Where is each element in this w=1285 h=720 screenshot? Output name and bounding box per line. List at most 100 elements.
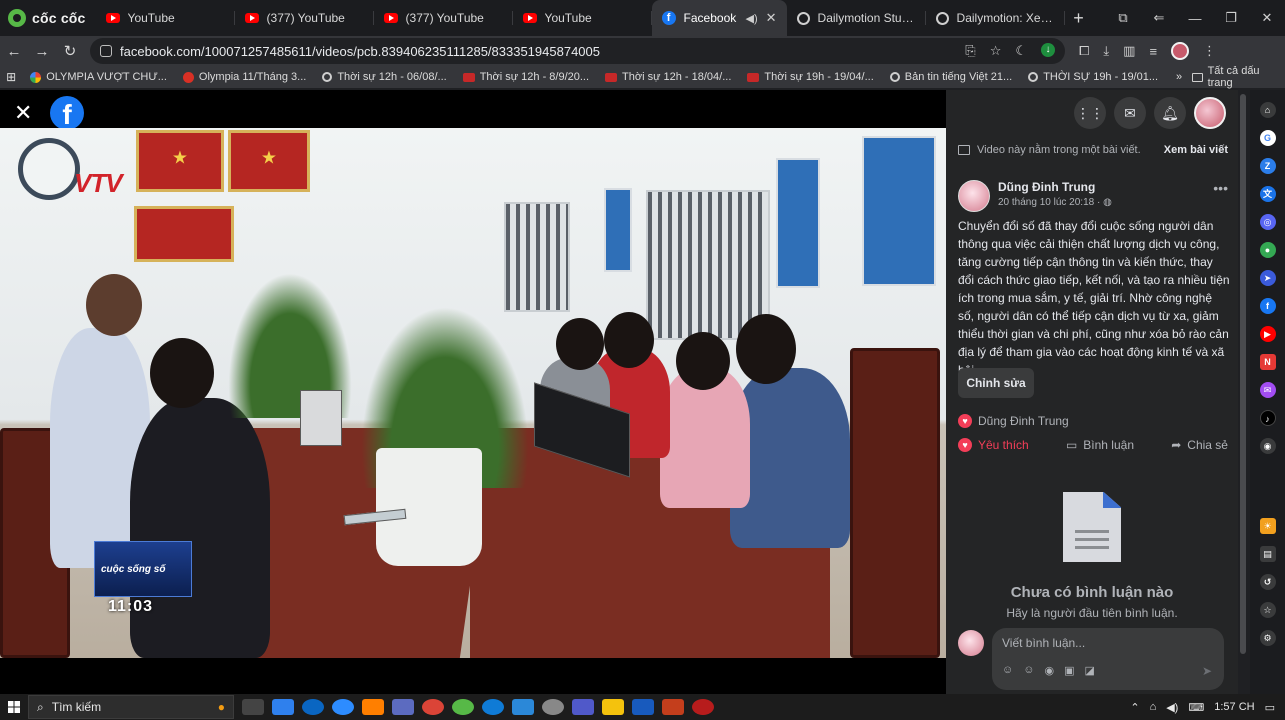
media-icon[interactable]: ≡ xyxy=(1149,44,1157,59)
download-status-icon[interactable]: ↓ xyxy=(1041,43,1055,57)
store-icon[interactable] xyxy=(512,699,534,715)
tab-youtube-4[interactable]: YouTube xyxy=(513,0,652,36)
downloads-icon[interactable]: ⤓ xyxy=(1103,43,1109,59)
google-icon[interactable]: G xyxy=(1259,130,1276,146)
url-text[interactable]: facebook.com/100071257485611/videos/pcb.… xyxy=(120,44,957,59)
tab-youtube-3[interactable]: (377) YouTube xyxy=(374,0,513,36)
tab-dailymotion-studio[interactable]: Dailymotion Studio xyxy=(787,0,926,36)
coccoc-icon[interactable]: ☀ xyxy=(1259,518,1276,534)
restore-icon[interactable]: ❐ xyxy=(1213,10,1249,26)
start-button[interactable] xyxy=(0,701,28,713)
close-icon[interactable]: ✕ xyxy=(14,100,32,126)
forward-icon[interactable]: → xyxy=(28,43,56,60)
bookmark-item[interactable]: Thời sự 19h - 19/04/... xyxy=(739,71,881,83)
recorder-icon[interactable] xyxy=(692,699,714,715)
bookmark-star-icon[interactable]: ☆ xyxy=(990,43,1002,59)
new-tab-button[interactable]: + xyxy=(1065,0,1093,36)
sidebar-toggle-icon[interactable]: ⌂ xyxy=(1259,102,1276,118)
bookmark-item[interactable]: Thời sự 12h - 8/9/20... xyxy=(455,71,597,83)
scrollbar-thumb[interactable] xyxy=(1240,94,1246,654)
share-button[interactable]: ➦ Chia sẻ xyxy=(1171,438,1228,452)
powerpoint-icon[interactable] xyxy=(662,699,684,715)
tab-youtube-2[interactable]: (377) YouTube xyxy=(235,0,374,36)
bookmark-item[interactable]: Bản tin tiếng Việt 21... xyxy=(882,71,1020,83)
author-avatar[interactable] xyxy=(958,180,990,212)
taskbar-search[interactable]: ⌕ Tìm kiếm ● xyxy=(28,695,234,719)
vlc-icon[interactable] xyxy=(362,699,384,715)
love-button[interactable]: ♥ Yêu thích xyxy=(958,438,1029,452)
more-bookmarks-icon[interactable]: » xyxy=(1166,71,1192,83)
history-icon[interactable]: ↺ xyxy=(1259,574,1276,590)
gif-icon[interactable]: ▣ xyxy=(1064,664,1074,677)
view-post-link[interactable]: Xem bài viết xyxy=(1164,144,1228,156)
teams-icon[interactable] xyxy=(572,699,594,715)
favorites-icon[interactable]: ☆ xyxy=(1259,602,1276,618)
keyboard-icon[interactable]: ⌨ xyxy=(1188,701,1204,714)
post-timestamp[interactable]: 20 tháng 10 lúc 20:18 · xyxy=(998,197,1100,208)
translate-icon[interactable]: 文 xyxy=(1259,186,1276,202)
messenger-icon[interactable]: ✉ xyxy=(1114,97,1146,129)
author-name[interactable]: Dũng Đinh Trung xyxy=(998,180,1112,194)
address-bar[interactable]: facebook.com/100071257485611/videos/pcb.… xyxy=(90,38,1065,64)
tiktok-icon[interactable]: ♪ xyxy=(1259,410,1276,426)
minimize-icon[interactable]: — xyxy=(1177,11,1213,26)
youtube-icon[interactable]: ▶ xyxy=(1259,326,1276,342)
word-icon[interactable] xyxy=(632,699,654,715)
discord-icon[interactable]: ◎ xyxy=(1259,214,1276,230)
back-icon[interactable]: ← xyxy=(0,43,28,60)
file-explorer-icon[interactable] xyxy=(602,699,624,715)
emoji-icon[interactable]: ☺ xyxy=(1023,664,1034,677)
site-info-icon[interactable] xyxy=(100,45,112,57)
tab-youtube-1[interactable]: YouTube xyxy=(96,0,235,36)
comment-button[interactable]: ▭ Bình luận xyxy=(1066,438,1134,452)
comment-box[interactable]: ☺ ☺ ◉ ▣ ◪ ➤ xyxy=(992,628,1224,690)
install-app-icon[interactable]: ⎘ xyxy=(965,43,975,59)
avatar-sticker-icon[interactable]: ☺ xyxy=(1002,664,1013,677)
send-icon[interactable]: ➤ xyxy=(1202,664,1212,678)
profile-avatar[interactable] xyxy=(1171,42,1190,60)
bookmark-item[interactable]: Thời sự 12h - 18/04/... xyxy=(597,71,739,83)
facebook-logo-icon[interactable]: f xyxy=(50,96,84,130)
close-tab-icon[interactable]: ✕ xyxy=(766,10,777,26)
task-view-icon[interactable] xyxy=(242,699,264,715)
bookmark-item[interactable]: OLYMPIA VƯỢT CHƯ... xyxy=(22,71,175,83)
sticker-icon[interactable]: ◪ xyxy=(1084,664,1094,677)
volume-icon[interactable]: ◀) xyxy=(1166,701,1178,714)
speaker-icon[interactable]: ◀) xyxy=(746,12,758,25)
app-icon[interactable] xyxy=(392,699,414,715)
tab-search-icon[interactable]: ⧉ xyxy=(1105,10,1141,26)
more-options-icon[interactable]: ••• xyxy=(1213,180,1228,212)
menu-icon[interactable]: ⋮ xyxy=(1203,43,1216,59)
chrome-icon[interactable] xyxy=(422,699,444,715)
bookmark-item[interactable]: Olympia 11/Tháng 3... xyxy=(175,71,314,83)
music-icon[interactable]: ◉ xyxy=(1259,438,1276,454)
bookmark-item[interactable]: Thời sự 12h - 06/08/... xyxy=(314,71,454,83)
account-avatar[interactable] xyxy=(1194,97,1226,129)
news-icon[interactable]: N xyxy=(1259,354,1276,370)
show-hidden-icons-icon[interactable]: ⌃ xyxy=(1130,701,1139,714)
cursor-icon[interactable]: ➤ xyxy=(1259,270,1276,286)
menu-grid-icon[interactable]: ⋮⋮ xyxy=(1074,97,1106,129)
tab-dailymotion-watch[interactable]: Dailymotion: Xem và c xyxy=(926,0,1065,36)
video-player[interactable]: ★ ★ VTV cuộc sống số 11:03 xyxy=(0,128,946,658)
back-arrow-icon[interactable]: ⇐ xyxy=(1141,10,1177,26)
notifications-bell-icon[interactable]: 🔔︎ xyxy=(1154,97,1186,129)
desktop-app-icon[interactable] xyxy=(272,699,294,715)
network-icon[interactable]: ⌂ xyxy=(1150,701,1157,713)
extensions-icon[interactable]: ⧠ xyxy=(1079,43,1089,59)
bookmark-item[interactable]: THỜI SỰ 19h - 19/01... xyxy=(1020,71,1166,83)
notes-icon[interactable]: ▤ xyxy=(1259,546,1276,562)
messenger-icon[interactable]: ✉ xyxy=(1259,382,1276,398)
settings-icon[interactable]: ⚙ xyxy=(1259,630,1276,646)
reactions-summary[interactable]: ♥ Dũng Đinh Trung xyxy=(958,414,1069,428)
all-bookmarks-folder[interactable]: Tất cả dấu trang xyxy=(1192,65,1285,89)
panel-scrollbar[interactable] xyxy=(1238,90,1248,694)
clock[interactable]: 1:57 CH xyxy=(1214,701,1254,713)
reload-icon[interactable]: ↻ xyxy=(56,42,84,60)
coccoc-brand[interactable]: cốc cốc xyxy=(0,0,96,36)
coccoc-icon[interactable] xyxy=(452,699,474,715)
music-player-icon[interactable] xyxy=(542,699,564,715)
facebook-icon[interactable]: f xyxy=(1259,298,1276,314)
sidebar-icon[interactable]: ▥ xyxy=(1123,43,1135,59)
dark-mode-icon[interactable]: ☾ xyxy=(1015,43,1027,59)
